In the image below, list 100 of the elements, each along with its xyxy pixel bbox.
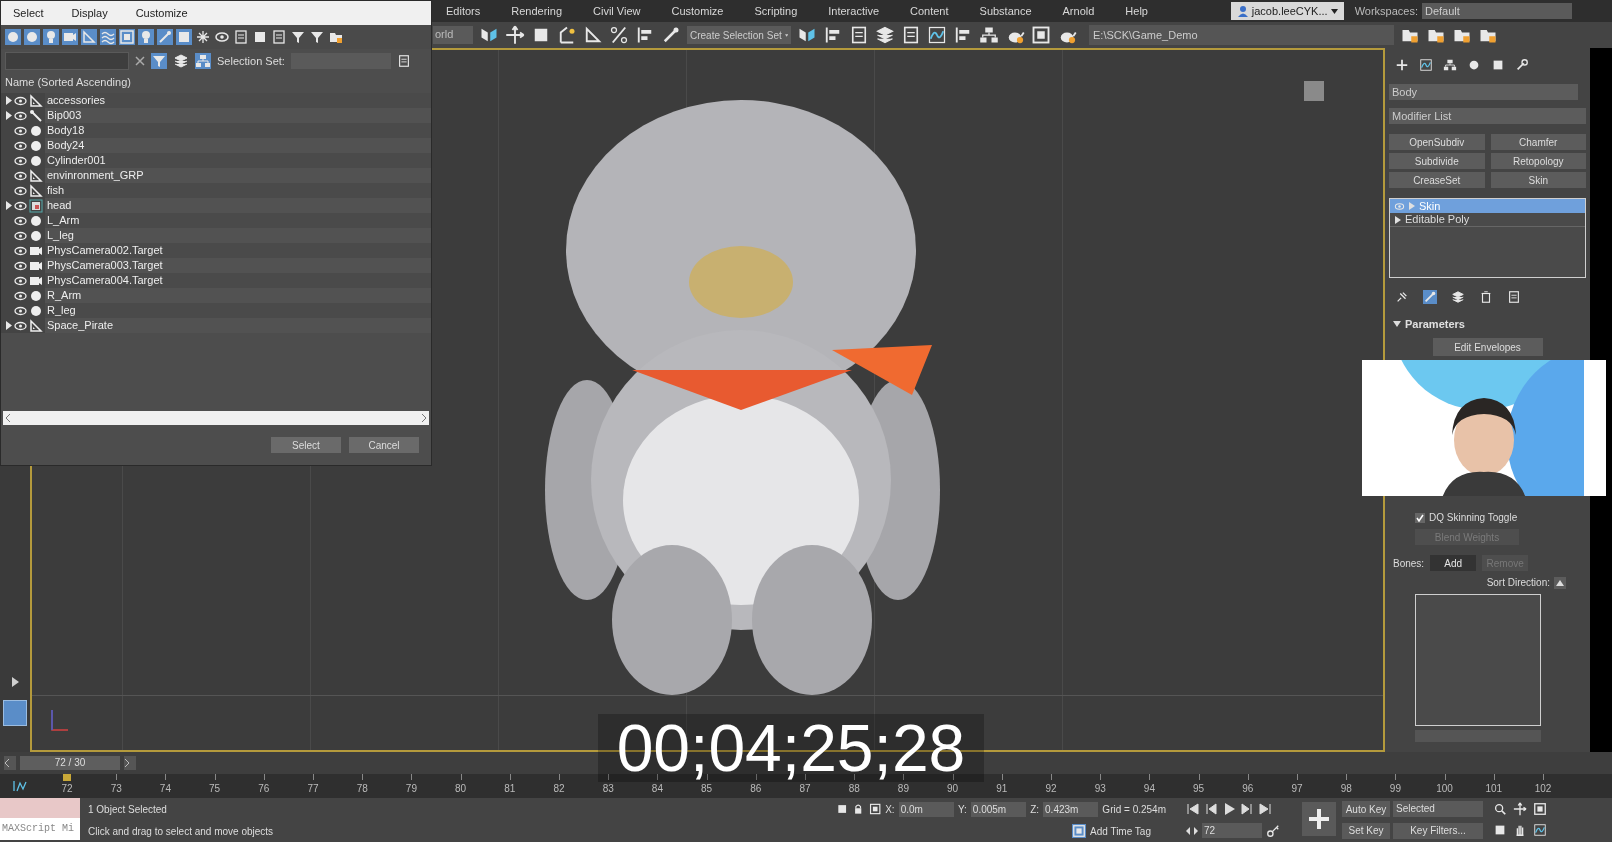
expand-arrow-icon[interactable]: [6, 201, 12, 210]
list-icon[interactable]: [1507, 290, 1521, 304]
skip-end-icon[interactable]: [1258, 801, 1272, 816]
arrows-icon[interactable]: [1186, 825, 1198, 836]
rollout-title[interactable]: Parameters: [1405, 315, 1465, 333]
modifier-button[interactable]: Subdivide: [1389, 153, 1485, 169]
coordinate-field[interactable]: 0.0m: [898, 801, 954, 817]
square-icon[interactable]: [252, 29, 268, 45]
maxscript-input-field[interactable]: MAXScript Mi: [0, 818, 80, 840]
menu-item[interactable]: Content: [910, 2, 949, 20]
modifier-stack-item[interactable]: Editable Poly: [1390, 213, 1585, 227]
checkbox[interactable]: [1415, 512, 1425, 523]
eye-icon[interactable]: [14, 215, 27, 226]
eye-icon[interactable]: [14, 170, 27, 181]
eye-icon[interactable]: [14, 305, 27, 316]
eye-icon[interactable]: [14, 200, 27, 211]
frame-icon[interactable]: [1533, 802, 1547, 816]
menu-item[interactable]: Help: [1125, 2, 1148, 20]
eye-icon[interactable]: [14, 155, 27, 166]
eye-icon[interactable]: [14, 140, 27, 151]
menu-item[interactable]: Scripting: [754, 2, 798, 20]
eye-icon[interactable]: [14, 275, 27, 286]
collapse-arrow-icon[interactable]: [1393, 320, 1401, 328]
step-back-icon[interactable]: [1204, 801, 1218, 816]
layers-icon[interactable]: [875, 25, 895, 45]
curve-editor-icon[interactable]: [12, 779, 28, 793]
move-icon[interactable]: [505, 25, 525, 45]
trash-icon[interactable]: [1479, 290, 1493, 304]
curve-icon[interactable]: [1533, 823, 1547, 837]
object-name-field[interactable]: Body: [1389, 84, 1578, 100]
play-icon[interactable]: [1222, 801, 1236, 816]
project-path-field[interactable]: E:\SCK\Game_Demo: [1089, 25, 1394, 45]
menu-item[interactable]: Civil View: [593, 2, 641, 20]
square-icon[interactable]: [1493, 823, 1507, 837]
key-mode-dropdown[interactable]: Selected: [1393, 801, 1483, 818]
layers-icon[interactable]: [1451, 290, 1465, 304]
eye-icon[interactable]: [14, 110, 27, 121]
plus-icon[interactable]: [1395, 58, 1409, 72]
list-icon[interactable]: [271, 29, 287, 45]
wrench-icon[interactable]: [1515, 58, 1529, 72]
step-forward-icon[interactable]: [1240, 801, 1254, 816]
expand-arrow-icon[interactable]: [6, 96, 12, 105]
camera-icon[interactable]: [62, 29, 78, 45]
sort-arrow-icon[interactable]: [1554, 576, 1566, 589]
curve-icon[interactable]: [927, 25, 947, 45]
bone-button[interactable]: Add: [1430, 555, 1477, 571]
eye-icon[interactable]: [14, 125, 27, 136]
snap-icon[interactable]: [557, 25, 577, 45]
modifier-button[interactable]: Retopology: [1490, 153, 1586, 169]
set-key-big-button[interactable]: [1302, 802, 1336, 836]
square-icon[interactable]: [836, 802, 849, 816]
menu-item[interactable]: Select: [13, 4, 44, 22]
list-icon[interactable]: [849, 25, 869, 45]
tree-icon[interactable]: [979, 25, 999, 45]
modifier-button[interactable]: OpenSubdiv: [1389, 134, 1485, 150]
modifier-button[interactable]: Chamfer: [1490, 134, 1586, 150]
coordinate-field[interactable]: 0.005m: [970, 801, 1027, 817]
maxscript-listener-field[interactable]: [0, 798, 80, 818]
edit-envelopes-button[interactable]: Edit Envelopes: [1432, 338, 1543, 356]
filter-icon[interactable]: [309, 29, 325, 45]
user-account-button[interactable]: jacob.leeCYK...: [1230, 2, 1344, 20]
eye-icon[interactable]: [14, 245, 27, 256]
eye-icon[interactable]: [14, 320, 27, 331]
next-frame-button[interactable]: [124, 756, 136, 770]
selection-set-dropdown[interactable]: Create Selection Set: [687, 26, 791, 44]
key-icon[interactable]: [1266, 823, 1280, 838]
modifier-list-dropdown[interactable]: Modifier List: [1389, 108, 1586, 124]
coordinate-field[interactable]: 0.423m: [1043, 801, 1099, 817]
key-filters-button[interactable]: Key Filters...: [1393, 822, 1483, 839]
square-icon[interactable]: [1491, 58, 1505, 72]
previous-frame-button[interactable]: [4, 756, 16, 770]
eye-icon[interactable]: [14, 185, 27, 196]
expand-arrow-icon[interactable]: [6, 111, 12, 120]
bones-list[interactable]: [1415, 594, 1541, 726]
chevron-left-icon[interactable]: [5, 414, 11, 422]
bulb-icon[interactable]: [43, 29, 59, 45]
add-time-tag-text[interactable]: Add Time Tag: [1090, 823, 1151, 839]
triangle-icon[interactable]: [583, 25, 603, 45]
list-icon[interactable]: [233, 29, 249, 45]
tree-icon[interactable]: [1443, 58, 1457, 72]
menu-item[interactable]: Editors: [446, 2, 481, 20]
set-key-button[interactable]: Set Key: [1342, 822, 1390, 839]
list-icon[interactable]: [901, 25, 921, 45]
filter-icon[interactable]: [290, 29, 306, 45]
percent-icon[interactable]: [609, 25, 629, 45]
menu-item[interactable]: Customize: [135, 4, 188, 22]
menu-item[interactable]: Substance: [979, 2, 1032, 20]
eye-icon[interactable]: [14, 95, 27, 106]
eye-icon[interactable]: [14, 230, 27, 241]
menu-item[interactable]: Display: [71, 4, 108, 22]
play-icon[interactable]: [9, 676, 21, 688]
reference-coordinate-dropdown[interactable]: orld: [433, 26, 473, 44]
bone-icon[interactable]: [661, 25, 681, 45]
eye-icon[interactable]: [14, 260, 27, 271]
circle-icon[interactable]: [1467, 58, 1481, 72]
frame-icon[interactable]: [868, 802, 882, 816]
modifier-button[interactable]: Skin: [1490, 172, 1586, 188]
eye-icon[interactable]: [14, 290, 27, 301]
menu-item[interactable]: Customize: [671, 2, 724, 20]
eye-icon[interactable]: [214, 29, 230, 45]
